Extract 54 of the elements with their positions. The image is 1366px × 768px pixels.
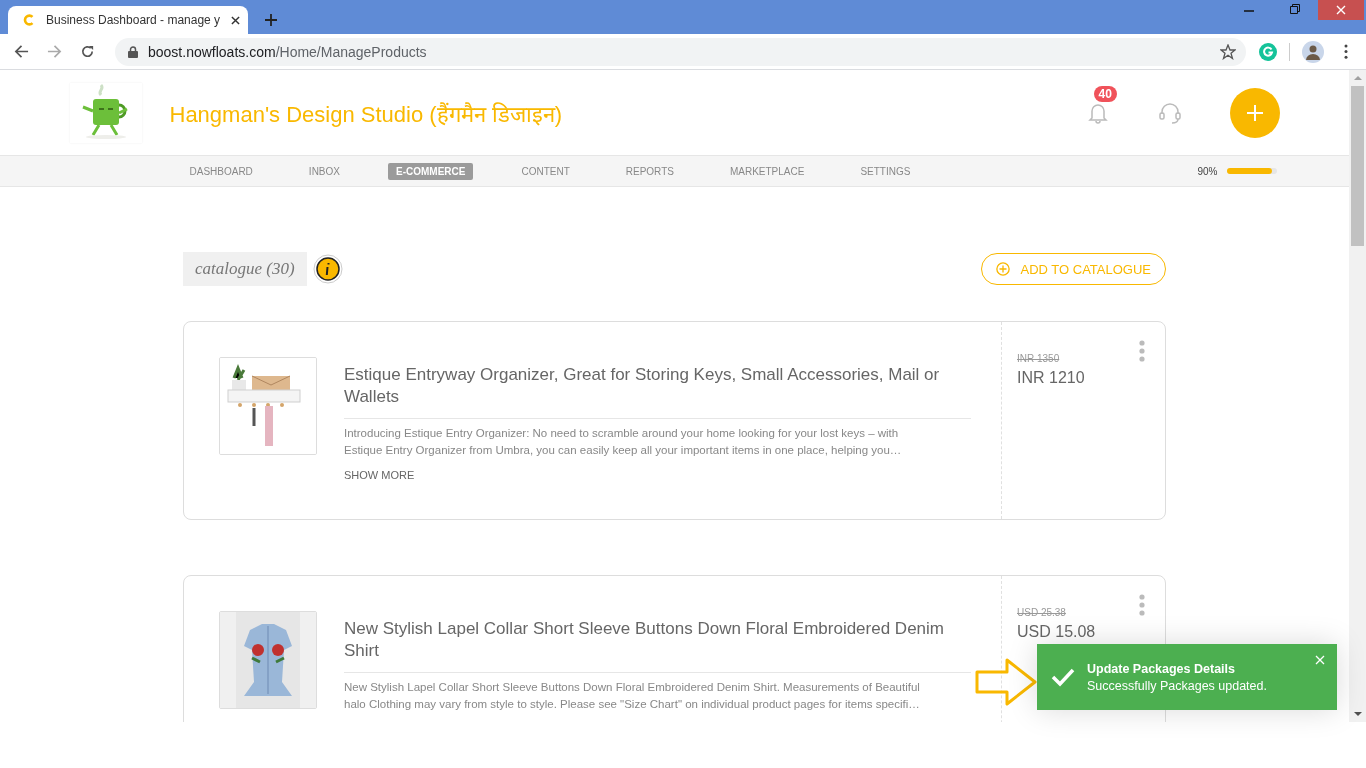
more-options-icon[interactable] — [1139, 340, 1145, 362]
new-tab-icon[interactable] — [265, 14, 277, 26]
add-to-catalogue-button[interactable]: ADD TO CATALOGUE — [981, 253, 1166, 285]
price: USD 15.08 — [1017, 623, 1097, 641]
scroll-up-icon[interactable] — [1353, 76, 1362, 80]
restore-icon[interactable] — [1290, 4, 1300, 14]
headset-icon[interactable] — [1157, 100, 1182, 125]
close-icon[interactable] — [231, 15, 240, 25]
extension-icon[interactable] — [1259, 42, 1277, 61]
product-description: New Stylish Lapel Collar Short Sleeve Buttons Down Floral Embroidered Denim Shirt. Measurements of Beautiful halo Clothing may vary from style to style. Please see "Size Chart" on individual product pages for items specifi… — [344, 680, 920, 712]
checkmark-icon — [1051, 667, 1075, 687]
scroll-down-icon[interactable] — [1353, 712, 1362, 716]
scrollbar-thumb[interactable] — [1351, 86, 1364, 246]
nav-tab[interactable]: SETTINGS — [852, 162, 919, 180]
tab-title: Business Dashboard - manage y — [46, 13, 221, 27]
original-price: INR 1350 — [1017, 353, 1061, 364]
nav-tab[interactable]: E-COMMERCE — [388, 162, 474, 180]
toast-title: Update Packages Details — [1087, 661, 1236, 676]
plus-circle-icon — [996, 262, 1011, 276]
scrollbar[interactable] — [1349, 70, 1366, 722]
info-icon[interactable] — [312, 254, 343, 284]
site-logo-icon — [22, 13, 36, 27]
plus-icon — [1244, 102, 1265, 123]
catalogue-title: catalogue (30) — [183, 252, 307, 286]
window-close-button[interactable] — [1318, 0, 1364, 20]
price: INR 1210 — [1017, 369, 1086, 387]
avatar-icon[interactable] — [1302, 40, 1324, 63]
lock-icon — [128, 45, 138, 58]
nav-tab[interactable]: DASHBOARD — [181, 162, 261, 180]
star-icon[interactable] — [1220, 43, 1236, 60]
bell-icon[interactable] — [1087, 101, 1108, 124]
notification-count: 40 — [1093, 85, 1117, 102]
nav-tab[interactable]: CONTENT — [513, 162, 578, 180]
address-bar[interactable]: boost.nowfloats.com/Home/ManageProducts — [115, 37, 1246, 66]
product-description: Introducing Estique Entry Organizer: No need to scramble around your home looking for your lost keys – with Estique Entry Organizer from Umbra, you can easily keep all your important items in one place, helping you… — [344, 426, 902, 458]
profile-completion-reading: 90% — [1197, 165, 1218, 177]
original-price: USD 25.38 — [1017, 607, 1067, 618]
url-text: boost.nowfloats.com/Home/ManageProducts — [148, 43, 428, 60]
nav-tab[interactable]: REPORTS — [617, 162, 682, 180]
product-name[interactable]: Estique Entryway Organizer, Great for Storing Keys, Small Accessories, Mail or Wallets — [344, 364, 971, 419]
back-icon[interactable] — [14, 44, 29, 59]
toast-message: Successfully Packages updated. — [1087, 678, 1268, 693]
more-options-icon[interactable] — [1139, 594, 1145, 616]
arrow-drawing — [975, 657, 1037, 707]
reload-icon[interactable] — [80, 44, 95, 59]
menu-icon[interactable] — [1344, 44, 1348, 59]
show-more-link[interactable]: SHOW MORE — [344, 469, 415, 481]
forward-icon[interactable] — [47, 44, 62, 59]
close-icon — [1336, 5, 1346, 15]
nav-tab[interactable]: INBOX — [300, 162, 348, 180]
business-name: Hangman's Design Studio (हैंगमैन डिजाइन) — [169, 100, 563, 128]
browser-tab[interactable]: Business Dashboard - manage y — [8, 6, 248, 34]
nav-tab[interactable]: MARKETPLACE — [721, 162, 813, 180]
product-name[interactable]: New Stylish Lapel Collar Short Sleeve Buttons Down Floral Embroidered Denim Shirt — [344, 618, 971, 673]
